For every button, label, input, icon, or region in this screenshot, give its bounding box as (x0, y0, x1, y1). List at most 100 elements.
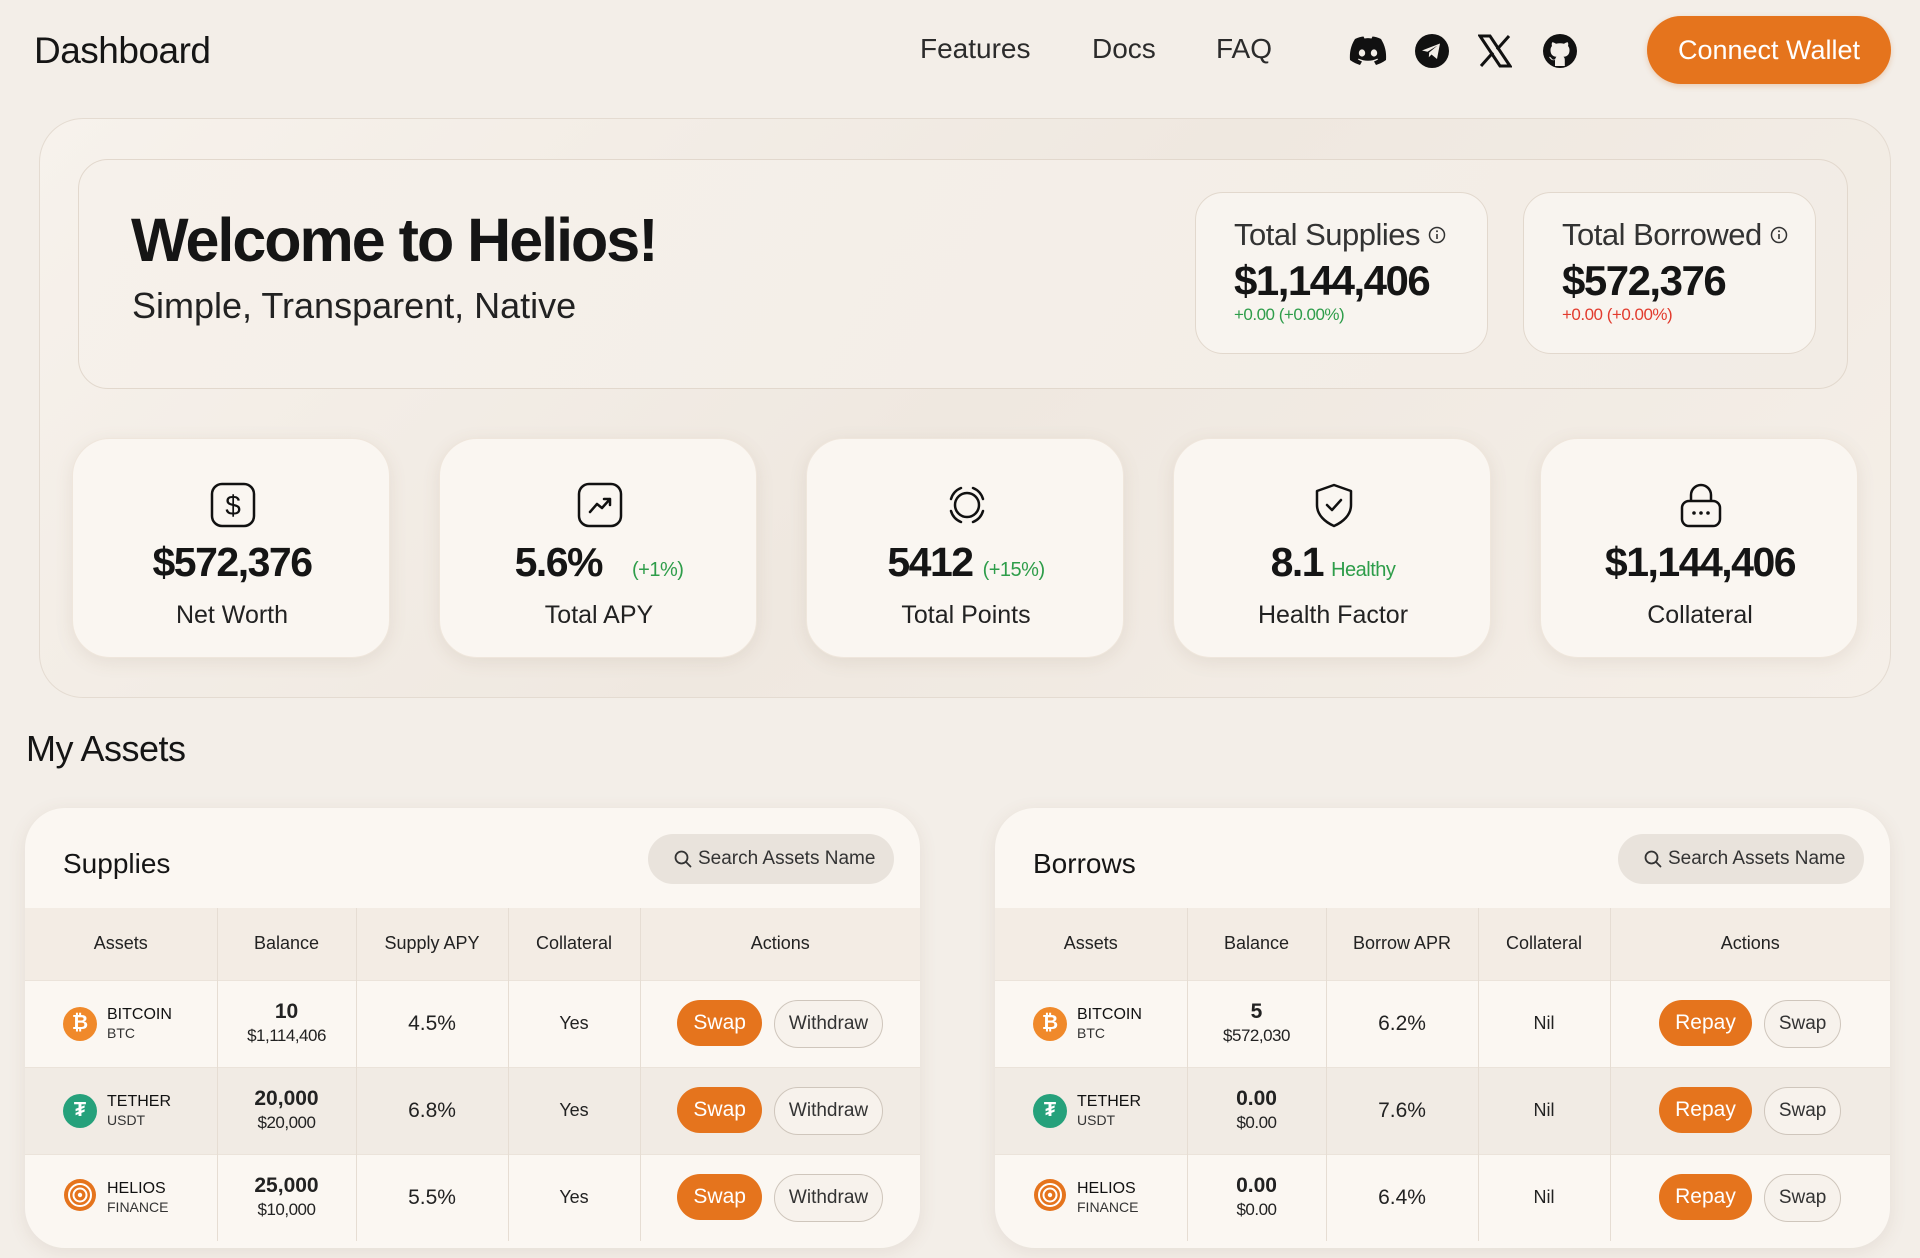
stat-card-health-factor: 8.1 Healthy Health Factor (1173, 438, 1491, 658)
supplies-table: Assets Balance Supply APY Collateral Act… (25, 908, 920, 1241)
stat-value: $1,144,406 (1604, 539, 1797, 585)
asset-name: HELIOS (107, 1179, 166, 1197)
repay-button[interactable]: Repay (1659, 999, 1752, 1046)
svg-text:$: $ (225, 490, 241, 521)
stat-value: 8.1 (1270, 539, 1325, 585)
connect-wallet-button[interactable]: Connect Wallet (1647, 16, 1891, 84)
withdraw-button[interactable]: Withdraw (773, 1086, 884, 1135)
total-borrowed-change: +0.00 (+0.00%) (1562, 305, 1673, 324)
dollar-icon: $ (209, 481, 257, 529)
tether-icon: ₮ (1033, 1093, 1067, 1128)
balance-amount: 5 (1250, 999, 1263, 1023)
stat-value: 5.6% (514, 539, 604, 585)
balance-usd: $0.00 (1236, 1112, 1277, 1132)
shield-check-icon (1310, 481, 1358, 529)
collateral-value: Yes (507, 1153, 640, 1241)
asset-cell: ₿ BITCOIN BTC (25, 1006, 217, 1042)
asset-cell: ₮ TETHER USDT (25, 1093, 217, 1129)
brand-title: Dashboard (34, 30, 211, 71)
repay-button[interactable]: Repay (1659, 1173, 1752, 1220)
helios-icon (1033, 1178, 1067, 1218)
rate-value: 6.8% (355, 1066, 508, 1154)
borrows-title: Borrows (1033, 848, 1136, 879)
nav-link-features[interactable]: Features (920, 33, 1031, 65)
withdraw-button[interactable]: Withdraw (773, 1173, 884, 1222)
stat-label: Net Worth (175, 601, 289, 629)
asset-cell: HELIOS FINANCE (25, 1178, 217, 1218)
column-header: Assets (995, 908, 1187, 980)
stat-value: 5412 (887, 539, 974, 585)
stat-card-collateral: $1,144,406 Collateral (1540, 438, 1858, 658)
telegram-icon[interactable] (1413, 32, 1451, 70)
column-header: Actions (1609, 908, 1890, 980)
nav-link-faq[interactable]: FAQ (1216, 33, 1272, 65)
column-header: Collateral (507, 908, 640, 980)
swap-button[interactable]: Swap (1763, 1173, 1842, 1222)
collateral-value: Nil (1477, 1153, 1610, 1241)
swap-button[interactable]: Swap (677, 1173, 762, 1220)
rate-value: 6.4% (1325, 1153, 1478, 1241)
asset-symbol: BTC (107, 1024, 135, 1041)
tether-icon: ₮ (63, 1093, 97, 1128)
asset-cell: HELIOS FINANCE (995, 1178, 1187, 1218)
withdraw-button[interactable]: Withdraw (773, 999, 884, 1048)
table-row: ₮ TETHER USDT 20,000 $20,000 6.8% Yes Swap Withd… (25, 1066, 920, 1154)
top-nav: Dashboard Features Docs FAQ Connect Wall… (0, 0, 1920, 100)
repay-button[interactable]: Repay (1659, 1086, 1752, 1133)
column-header: Supply APY (355, 908, 508, 980)
info-icon[interactable] (1770, 226, 1788, 244)
borrows-search-input[interactable]: Search Assets Name (1618, 834, 1864, 884)
balance-usd: $10,000 (257, 1199, 316, 1219)
supplies-search-input[interactable]: Search Assets Name (648, 834, 894, 884)
asset-name: BITCOIN (107, 1005, 172, 1023)
column-header: Borrow APR (1325, 908, 1478, 980)
search-placeholder: Search Assets Name (698, 848, 876, 869)
welcome-title: Welcome to Helios! (131, 206, 659, 274)
asset-name: TETHER (1077, 1092, 1141, 1110)
asset-symbol: FINANCE (107, 1198, 169, 1215)
asset-symbol: USDT (107, 1111, 146, 1128)
balance-amount: 0.00 (1236, 1086, 1277, 1110)
health-status-badge: Healthy (1331, 559, 1396, 581)
asset-symbol: FINANCE (1077, 1198, 1139, 1215)
supplies-title: Supplies (63, 848, 171, 879)
github-icon[interactable] (1541, 32, 1579, 70)
stat-value: $572,376 (152, 539, 313, 585)
table-row: ₿ BITCOIN BTC 10 $1,114,406 4.5% Yes Swap Withdr… (25, 979, 920, 1067)
asset-cell: ₮ TETHER USDT (995, 1093, 1187, 1129)
stat-change: (+15%) (982, 559, 1046, 581)
balance-usd: $572,030 (1223, 1025, 1290, 1045)
collateral-value: Yes (507, 979, 640, 1067)
supplies-panel: Supplies Search Assets Name Assets Balan… (25, 808, 920, 1248)
asset-symbol: USDT (1077, 1111, 1116, 1128)
column-header: Collateral (1477, 908, 1610, 980)
balance-amount: 10 (274, 999, 299, 1023)
total-supplies-card: Total Supplies $1,144,406 +0.00 (+0.00%) (1195, 192, 1488, 354)
borrows-panel: Borrows Search Assets Name Assets Balanc… (995, 808, 1890, 1248)
bitcoin-icon: ₿ (63, 1006, 97, 1041)
swap-button[interactable]: Swap (1763, 999, 1842, 1048)
borrows-table: Assets Balance Borrow APR Collateral Act… (995, 908, 1890, 1241)
nav-link-docs[interactable]: Docs (1092, 33, 1156, 65)
swap-button[interactable]: Swap (677, 999, 762, 1046)
x-icon[interactable] (1476, 32, 1514, 70)
balance-amount: 0.00 (1236, 1173, 1277, 1197)
rate-value: 5.5% (355, 1153, 508, 1241)
lock-icon (1677, 481, 1725, 529)
asset-name: TETHER (107, 1092, 171, 1110)
swap-button[interactable]: Swap (1763, 1086, 1842, 1135)
discord-icon[interactable] (1349, 32, 1387, 70)
info-icon[interactable] (1428, 226, 1446, 244)
search-placeholder: Search Assets Name (1668, 848, 1846, 869)
stat-card-total-apy: 5.6% (+1%) Total APY (439, 438, 757, 658)
my-assets-title: My Assets (26, 728, 186, 769)
collateral-value: Nil (1477, 1066, 1610, 1154)
search-icon (1644, 850, 1662, 868)
table-row: ₮ TETHER USDT 0.00 $0.00 7.6% Nil Repay Swap (995, 1066, 1890, 1154)
stat-change: (+1%) (632, 559, 684, 581)
stat-card-net-worth: $ $572,376 Net Worth (72, 438, 390, 658)
swap-button[interactable]: Swap (677, 1086, 762, 1133)
collateral-value: Yes (507, 1066, 640, 1154)
rate-value: 6.2% (1325, 979, 1478, 1067)
table-row: ₿ BITCOIN BTC 5 $572,030 6.2% Nil Repay Swap (995, 979, 1890, 1067)
